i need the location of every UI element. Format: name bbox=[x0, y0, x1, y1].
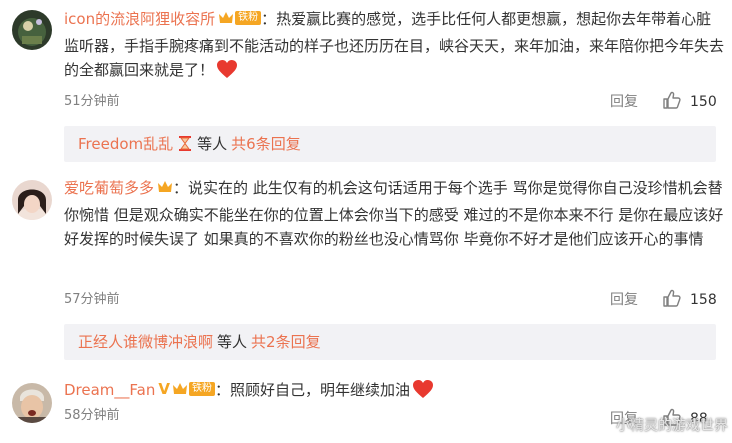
separator: ： bbox=[214, 381, 230, 399]
thumbs-up-icon bbox=[663, 91, 681, 109]
reply-username-link[interactable]: 正经人谁微博冲浪啊 bbox=[78, 333, 213, 351]
comment-meta: 57分钟前 回复 158 bbox=[64, 289, 720, 310]
timestamp: 57分钟前 bbox=[64, 292, 120, 307]
comment-text-block: Dream__Fan V 铁粉 ：照顾好自己，明年继续加油 bbox=[64, 378, 724, 405]
username-link[interactable]: Dream__Fan bbox=[64, 381, 155, 399]
separator: ： bbox=[261, 10, 277, 28]
like-count: 158 bbox=[690, 292, 717, 308]
fan-badge[interactable] bbox=[157, 179, 173, 203]
reply-username-link[interactable]: Freedom乱乱 bbox=[78, 135, 173, 153]
fan-badge[interactable]: 铁粉 bbox=[218, 10, 262, 34]
like-button[interactable] bbox=[662, 288, 682, 315]
comment-text-block: icon的流浪阿狸收容所 铁粉 ：热爱赢比赛的感觉，选手比任何人都更想赢，想起你去年… bbox=[64, 7, 724, 82]
reply-button[interactable]: 回复 bbox=[610, 92, 638, 112]
comment-meta: 51分钟前 回复 150 bbox=[64, 91, 720, 112]
heart-icon bbox=[413, 380, 434, 398]
verified-mark: V bbox=[158, 380, 170, 398]
watermark: 小精灵的游戏世界 bbox=[616, 418, 728, 434]
fan-crown-icon bbox=[158, 181, 173, 192]
like-count: 150 bbox=[690, 94, 717, 110]
avatar[interactable] bbox=[12, 180, 52, 220]
comment-text-block: 爱吃葡萄多多 ：说实在的 此生仅有的机会这句话适用于每个选手 骂你是觉得你自己没珍… bbox=[64, 176, 724, 251]
fan-badge[interactable]: V 铁粉 bbox=[158, 381, 215, 405]
avatar[interactable] bbox=[12, 383, 52, 423]
username-link[interactable]: icon的流浪阿狸收容所 bbox=[64, 10, 215, 28]
comment-text: 照顾好自己，明年继续加油 bbox=[230, 381, 411, 399]
username-link[interactable]: 爱吃葡萄多多 bbox=[64, 179, 154, 197]
reply-total-link[interactable]: 共2条回复 bbox=[251, 333, 321, 351]
reply-etc-text: 等人 bbox=[217, 333, 248, 351]
fan-crown-icon bbox=[172, 383, 187, 394]
reply-button[interactable]: 回复 bbox=[610, 290, 638, 310]
timestamp: 51分钟前 bbox=[64, 94, 120, 109]
reply-summary-bar[interactable]: Freedom乱乱 等人 共6条回复 bbox=[64, 126, 716, 162]
like-button[interactable] bbox=[662, 90, 682, 117]
fan-crown-icon bbox=[219, 12, 234, 23]
reply-total-link[interactable]: 共6条回复 bbox=[231, 135, 301, 153]
avatar[interactable] bbox=[12, 10, 52, 50]
hourglass-icon bbox=[179, 136, 192, 151]
thumbs-up-icon bbox=[663, 289, 681, 307]
fan-badge-label: 铁粉 bbox=[235, 11, 262, 25]
separator: ： bbox=[173, 179, 189, 197]
fan-badge-label: 铁粉 bbox=[188, 382, 215, 396]
timestamp: 58分钟前 bbox=[64, 408, 120, 423]
reply-etc-text: 等人 bbox=[197, 135, 228, 153]
heart-icon bbox=[217, 60, 238, 78]
reply-summary-bar[interactable]: 正经人谁微博冲浪啊 等人 共2条回复 bbox=[64, 324, 716, 360]
